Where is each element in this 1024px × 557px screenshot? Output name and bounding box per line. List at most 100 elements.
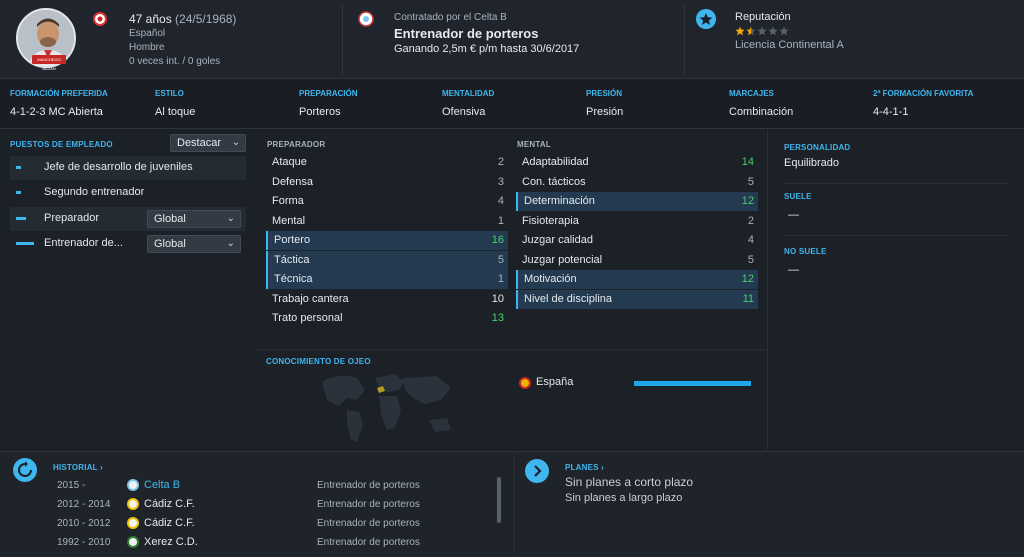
role-row-assistant[interactable]: Segundo entrenador [10,181,246,205]
history-years: 2012 - 2014 [57,499,111,510]
attribute-row[interactable]: Con. tácticos 5 [516,173,758,192]
role-title: Entrenador de porteros [394,26,539,41]
role-row-coach[interactable]: Preparador Global ⌄ [10,207,246,231]
attribute-name: Fisioterapia [522,214,579,227]
history-club[interactable]: Celta B [144,479,180,491]
star-icon [779,26,789,36]
history-club[interactable]: Xerez C.D. [144,536,198,548]
attribute-value: 3 [497,175,504,188]
scouting-knowledge-panel: Conocimiento de ojeo España [257,349,766,450]
attribute-row[interactable]: Trato personal 13 [266,309,508,328]
age-line: 47 años (24/5/1968) [129,12,236,26]
attribute-row[interactable]: Portero 16 [266,231,508,250]
personality-value: Equilibrado [784,157,840,169]
attribute-name: Mental [272,214,306,227]
roles-title: Puestos de empleado [10,140,113,149]
attribute-row[interactable]: Fisioterapia 2 [516,212,758,231]
staff-roles-panel: Puestos de empleado Destacar ⌄ Jefe de d… [0,130,256,450]
attribute-value: 12 [741,273,754,285]
history-role: Entrenador de porteros [317,480,420,491]
history-years: 2010 - 2012 [57,518,111,529]
role-row-youth-head[interactable]: Jefe de desarrollo de juveniles [10,156,246,180]
attribute-name: Portero [274,234,311,246]
attribute-value: 14 [741,156,754,168]
history-row[interactable]: 2012 - 2014 Cádiz C.F. Entrenador de porte… [57,496,497,514]
history-scrollbar[interactable] [497,477,501,523]
history-years: 1992 - 2010 [57,537,111,548]
club-crest-icon [127,517,139,529]
attribute-value: 4 [497,195,504,207]
star-icon [768,26,778,36]
club-crest-icon [127,479,139,491]
attribute-row[interactable]: Motivación 12 [516,270,758,289]
never-value: — [788,264,799,276]
coach-scope-dropdown[interactable]: Global ⌄ [147,210,241,228]
attribute-row[interactable]: Forma 4 [266,192,508,211]
history-title-link[interactable]: Historial › [53,463,103,472]
world-map-icon [317,370,457,450]
highlight-dropdown[interactable]: Destacar ⌄ [170,134,246,152]
personality-title: Personalidad [784,143,851,152]
spain-flag-icon [519,377,531,389]
license: Licencia Continental A [735,39,844,51]
scouting-title: Conocimiento de ojeo [266,357,371,366]
history-role: Entrenador de porteros [317,499,420,510]
attribute-value: 4 [747,234,754,246]
gk-coach-scope-dropdown[interactable]: Global ⌄ [147,235,241,253]
attribute-value: 1 [497,214,504,227]
attribute-row[interactable]: Mental 1 [266,212,508,231]
info-preferred-formation: Formación preferida 4-1-2-3 MC Abierta [10,89,108,118]
plans-title-link[interactable]: Planes › [565,463,604,472]
attribute-value: 2 [747,214,754,227]
reputation-label: Reputación [735,11,791,23]
plans-arrow-icon[interactable] [525,459,549,483]
role-row-goalkeeping-coach[interactable]: Entrenador de... Global ⌄ [10,232,246,256]
star-icon [735,26,745,36]
chevron-down-icon: ⌄ [226,238,235,249]
attribute-name: Motivación [524,273,577,285]
never-title: No suele [784,247,827,256]
attribute-name: Juzgar calidad [522,234,593,246]
staff-header: MANCHEGO BAZAN 47 años (24/5/1968) Españ… [0,0,1024,79]
attribute-row[interactable]: Adaptabilidad 14 [516,153,758,172]
info-style: Estilo Al toque [155,89,196,118]
history-role: Entrenador de porteros [317,518,420,529]
attribute-value: 1 [497,273,504,285]
nationality: Español [129,28,166,39]
usually-value: — [788,209,799,221]
club-crest-icon [358,11,374,27]
history-row[interactable]: 2010 - 2012 Cádiz C.F. Entrenador de porte… [57,515,497,533]
attribute-name: Técnica [274,273,313,285]
attribute-row[interactable]: Ataque 2 [266,153,508,172]
star-icon [746,26,756,36]
gender: Hombre [129,42,165,53]
attribute-value: 5 [747,175,754,188]
attribute-row[interactable]: Determinación 12 [516,192,758,211]
attribute-name: Nivel de disciplina [524,292,613,305]
role-suitability-bar [16,191,21,194]
history-row[interactable]: 1992 - 2010 Xerez C.D. Entrenador de porte… [57,534,497,552]
attribute-name: Juzgar potencial [522,253,603,266]
attribute-name: Con. tácticos [522,175,586,188]
wage-text: Ganando 2,5m € p/m hasta 30/6/2017 [394,43,580,55]
attribute-row[interactable]: Juzgar calidad 4 [516,231,758,250]
attribute-row[interactable]: Táctica 5 [266,250,508,270]
attribute-row[interactable]: Juzgar potencial 5 [516,251,758,270]
attribute-row[interactable]: Trabajo cantera 10 [266,290,508,309]
nation-badge-icon [93,12,107,26]
role-suitability-bar [16,242,34,245]
personality-panel: Personalidad Equilibrado Suele — No suel… [767,130,1024,450]
plans-panel: Planes › Sin planes a corto plazo Sin pl… [513,451,1024,557]
attribute-row[interactable]: Técnica 1 [266,270,508,289]
attribute-name: Trabajo cantera [272,292,349,305]
attribute-name: Táctica [274,253,310,266]
attribute-row[interactable]: Nivel de disciplina 11 [516,289,758,309]
scouting-country: España [536,376,574,388]
history-club[interactable]: Cádiz C.F. [144,517,195,529]
history-club[interactable]: Cádiz C.F. [144,498,195,510]
attribute-row[interactable]: Defensa 3 [266,173,508,192]
history-years: 2015 - [57,480,86,491]
attribute-value: 16 [491,234,504,246]
history-row[interactable]: 2015 - Celta B Entrenador de porteros [57,477,497,495]
reputation-star-icon [696,9,716,29]
